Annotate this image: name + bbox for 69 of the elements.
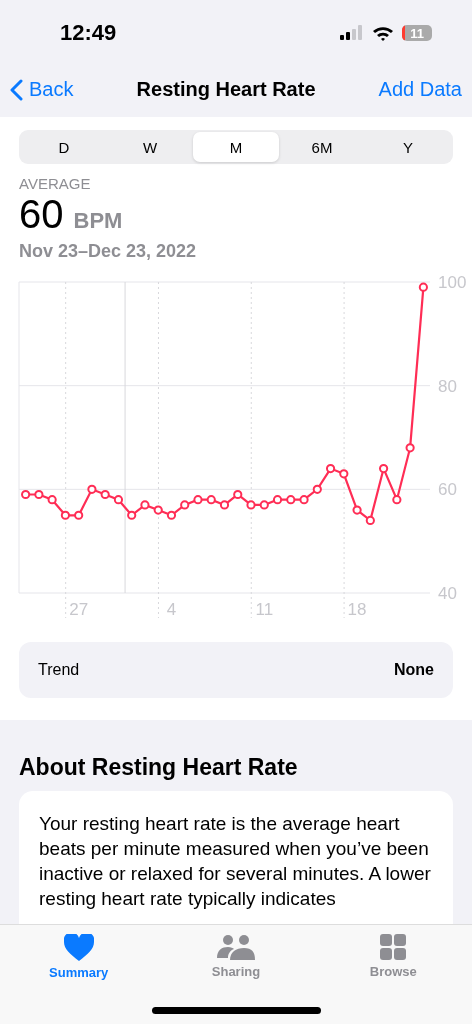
data-point <box>21 489 31 500</box>
data-point <box>180 500 190 510</box>
y-axis-label: 40 <box>438 584 457 603</box>
people-icon <box>217 934 255 960</box>
trend-value: None <box>394 661 434 679</box>
back-label: Back <box>29 78 74 101</box>
tab-bar-item[interactable]: Summary <box>23 933 134 993</box>
data-point <box>339 469 349 479</box>
date-range: Nov 23–Dec 23, 2022 <box>19 241 198 262</box>
y-axis-label: 100 <box>438 273 467 292</box>
tab-label: Summary <box>49 965 109 980</box>
data-point <box>100 489 110 500</box>
data-point <box>299 495 309 505</box>
data-point <box>193 495 203 505</box>
data-point <box>60 510 70 520</box>
back-chevron-icon <box>10 78 23 101</box>
data-point <box>87 484 97 494</box>
about-text: Your resting heart rate is the average heart beats per minute measured when you’ve been inactive or relaxed for several minutes. A lower resting heart rate typically indicates <box>39 812 432 911</box>
range-tab[interactable]: Y <box>365 132 451 162</box>
range-tab[interactable]: 6M <box>279 132 365 162</box>
data-point <box>312 484 322 494</box>
data-point <box>74 510 84 520</box>
average-value: 60 <box>19 192 64 237</box>
back-button[interactable]: Back <box>10 78 74 101</box>
data-point <box>286 495 296 505</box>
data-point <box>325 464 336 474</box>
data-point <box>127 510 137 520</box>
signal-icon <box>340 25 364 41</box>
data-point <box>259 500 269 510</box>
add-data-button[interactable]: Add Data <box>378 78 462 101</box>
grid-icon <box>380 934 407 960</box>
data-point <box>166 510 177 520</box>
data-point <box>34 489 44 500</box>
data-point <box>379 464 389 474</box>
data-point <box>219 500 230 510</box>
unit-label: BPM <box>73 208 123 234</box>
x-axis-label: 11 <box>255 600 274 619</box>
range-tab[interactable]: M <box>193 132 279 162</box>
data-point <box>365 515 375 526</box>
y-axis-label: 60 <box>438 480 457 500</box>
tab-label: Sharing <box>211 964 261 979</box>
data-point <box>405 443 415 453</box>
data-point <box>47 495 57 505</box>
range-tab[interactable]: W <box>107 132 193 162</box>
data-point <box>153 505 163 515</box>
wifi-icon <box>372 25 394 41</box>
x-axis-label: 4 <box>166 600 177 619</box>
data-point <box>246 500 256 510</box>
data-point <box>418 282 428 292</box>
x-axis-label: 18 <box>347 600 367 619</box>
average-label: AVERAGE <box>19 175 92 192</box>
range-tab[interactable]: D <box>21 132 107 162</box>
data-point <box>206 495 216 505</box>
data-point <box>140 500 150 510</box>
data-point <box>272 495 283 505</box>
x-axis-label: 27 <box>69 600 89 619</box>
tab-label: Browse <box>369 964 417 979</box>
y-axis-label: 80 <box>438 376 457 396</box>
trend-card[interactable]: Trend None <box>19 642 453 698</box>
battery-icon: 11 <box>402 25 432 41</box>
status-time: 12:49 <box>60 20 117 46</box>
heart-icon <box>63 934 94 961</box>
data-point <box>113 495 124 505</box>
data-point <box>233 489 243 500</box>
data-point <box>392 495 402 505</box>
data-point <box>352 505 362 515</box>
trend-label: Trend <box>38 661 80 679</box>
section-heading: About Resting Heart Rate <box>19 754 299 781</box>
nav-title: Resting Heart Rate <box>136 78 316 101</box>
